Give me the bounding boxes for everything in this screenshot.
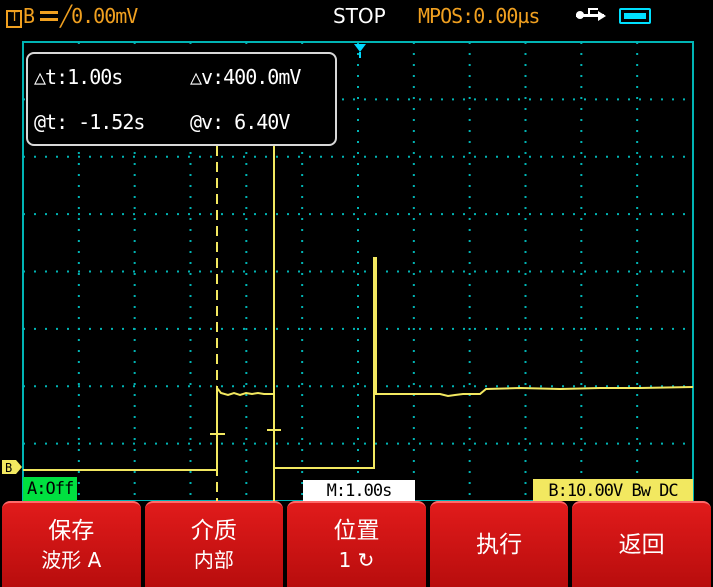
trigger-edge-icon: ╱ <box>60 4 72 28</box>
trigger-readout: T B ╱0.00mV <box>6 3 138 29</box>
channel-a-status: A:Off <box>23 477 78 501</box>
softkey-save-value: 波形 A <box>41 548 102 572</box>
softkey-back-title: 返回 <box>618 532 665 558</box>
softkey-position-title: 位置 <box>333 518 380 544</box>
timebase-readout: M:1.00s <box>303 480 415 503</box>
channel-b-marker-icon: B <box>2 460 22 475</box>
softkey-position[interactable]: 位置 1 ↻ <box>287 501 426 587</box>
trigger-source: B <box>23 4 35 28</box>
battery-icon <box>619 8 651 24</box>
status-bar: T B ╱0.00mV STOP MPOS:0.00µs <box>0 0 713 36</box>
softkey-execute[interactable]: 执行 <box>429 501 569 587</box>
softkey-media-value: 内部 <box>193 548 234 572</box>
cursor-measurement-box: △t:1.00s △v:400.0mV @t: -1.52s @v: 6.40V <box>26 52 337 146</box>
softkey-media[interactable]: 介质 内部 <box>144 501 284 587</box>
softkey-menu: 保存 波形 A 介质 内部 位置 1 ↻ 执行 返回 <box>0 501 713 587</box>
waveform-display[interactable]: B △t:1.00s △v:400.0mV @t: -1.52s @v: 6.4… <box>0 36 713 503</box>
channel-b-info: B:10.00V Bw DC <box>533 479 693 503</box>
softkey-back[interactable]: 返回 <box>572 501 711 587</box>
horizontal-position: MPOS:0.00µs <box>418 4 540 28</box>
delta-t-readout: △t:1.00s <box>34 65 123 89</box>
delta-v-readout: △v:400.0mV <box>190 65 301 89</box>
softkey-position-value: 1 ↻ <box>338 548 375 572</box>
cursor-lines <box>216 146 275 501</box>
usb-icon <box>576 8 606 24</box>
softkey-media-title: 介质 <box>190 518 237 544</box>
trigger-level: 0.00mV <box>71 4 138 28</box>
softkey-save[interactable]: 保存 波形 A <box>2 501 141 587</box>
softkey-execute-title: 执行 <box>476 532 523 558</box>
trigger-position-marker <box>354 44 366 58</box>
at-t-readout: @t: -1.52s <box>34 110 145 134</box>
trigger-coupling-icon <box>40 11 59 21</box>
trigger-icon: T <box>6 10 22 28</box>
channel-b-marker-label: B <box>5 461 12 475</box>
cursor-ticks <box>210 429 281 435</box>
run-state: STOP <box>333 4 386 28</box>
at-v-readout: @v: 6.40V <box>190 110 290 134</box>
softkey-save-title: 保存 <box>48 518 95 544</box>
